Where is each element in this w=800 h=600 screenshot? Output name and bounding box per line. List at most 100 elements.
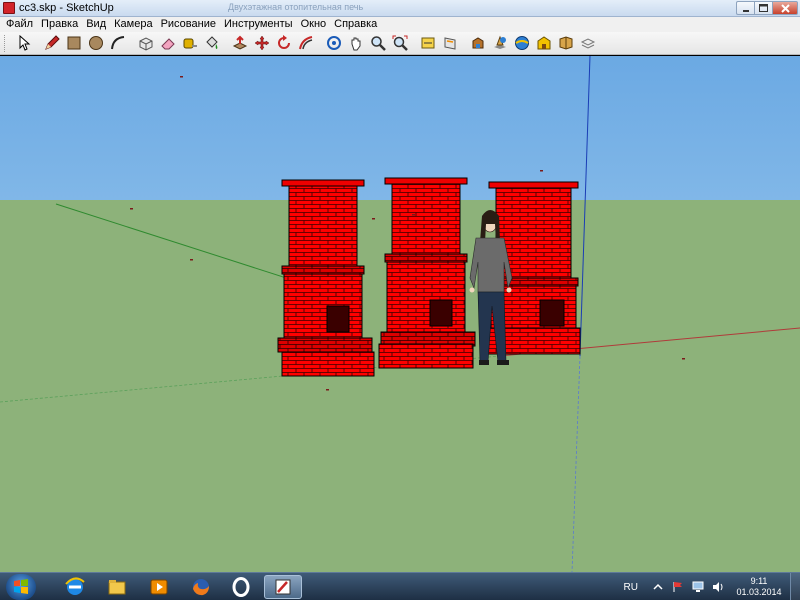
taskbar-file-explorer[interactable] <box>98 575 136 599</box>
section-plane-button[interactable] <box>440 33 460 53</box>
zoom-tool-button[interactable] <box>368 33 388 53</box>
rectangle-icon <box>67 36 81 50</box>
language-indicator[interactable]: RU <box>624 582 638 593</box>
title-bar: cc3.skp - SketchUp Двухэтажная отопитель… <box>0 0 800 17</box>
pan-tool-button[interactable] <box>346 33 366 53</box>
background-window-title: Двухэтажная отопительная печь <box>228 2 364 12</box>
tape-measure-button[interactable] <box>180 33 200 53</box>
scene-canvas[interactable] <box>0 56 800 572</box>
clock-date: 01.03.2014 <box>736 587 782 597</box>
share-model-button[interactable] <box>490 33 510 53</box>
component-icon <box>515 36 529 50</box>
pan-icon <box>351 37 361 51</box>
opera-icon <box>232 577 250 597</box>
taskbar-media-player[interactable] <box>140 575 178 599</box>
eraser-tool-button[interactable] <box>158 33 178 53</box>
move-tool-button[interactable] <box>252 33 272 53</box>
taskbar-firefox[interactable] <box>182 575 220 599</box>
menu-tools[interactable]: Инструменты <box>220 17 297 32</box>
menu-window[interactable]: Окно <box>297 17 331 32</box>
get-models-button[interactable] <box>468 33 488 53</box>
pencil-icon <box>45 35 60 50</box>
sketchup-app-icon <box>3 2 15 14</box>
model-viewport[interactable] <box>0 56 800 572</box>
components-button[interactable] <box>512 33 532 53</box>
menu-view[interactable]: Вид <box>82 17 110 32</box>
layers-button[interactable] <box>578 33 598 53</box>
orbit-icon <box>327 36 341 50</box>
action-center-flag-icon <box>673 582 682 592</box>
select-icon <box>19 35 31 51</box>
arc-tool-button[interactable] <box>108 33 128 53</box>
close-button[interactable] <box>772 1 798 15</box>
extension-icon <box>559 36 573 50</box>
offset-icon <box>299 36 313 50</box>
volume-icon <box>713 582 723 592</box>
minimize-icon <box>742 10 749 12</box>
taskbar-opera[interactable] <box>222 575 260 599</box>
window-controls <box>736 1 798 16</box>
media-player-icon <box>150 579 168 595</box>
tray-network-button[interactable] <box>691 580 705 594</box>
dimension-icon <box>421 37 435 49</box>
menu-bar: Файл Правка Вид Камера Рисование Инструм… <box>0 17 800 32</box>
tray-flag-button[interactable] <box>671 580 685 594</box>
file-explorer-icon <box>108 580 126 595</box>
push-pull-button[interactable] <box>230 33 250 53</box>
toolbar-grip[interactable] <box>4 34 7 52</box>
move-icon <box>254 35 270 51</box>
internet-explorer-icon <box>65 577 85 595</box>
tray-volume-button[interactable] <box>711 580 725 594</box>
menu-file[interactable]: Файл <box>2 17 37 32</box>
offset-tool-button[interactable] <box>296 33 316 53</box>
paint-bucket-button[interactable] <box>202 33 222 53</box>
circle-icon <box>89 36 103 50</box>
extension-warehouse-button[interactable] <box>556 33 576 53</box>
push-pull-icon <box>232 35 248 50</box>
system-tray: RU 9:11 01.03.2014 <box>624 573 800 600</box>
network-icon <box>692 581 704 592</box>
3d-warehouse-button[interactable] <box>534 33 554 53</box>
windows-logo-icon <box>14 579 28 594</box>
menu-draw[interactable]: Рисование <box>157 17 220 32</box>
layers-icon <box>580 38 596 49</box>
pencil-tool-button[interactable] <box>42 33 62 53</box>
minimize-button[interactable] <box>736 1 754 15</box>
taskbar-internet-explorer[interactable] <box>56 575 94 599</box>
taskbar: RU 9:11 01.03.2014 <box>0 572 800 600</box>
rectangle-tool-button[interactable] <box>64 33 84 53</box>
firefox-icon <box>193 579 209 596</box>
share-model-icon <box>494 35 506 49</box>
rotate-tool-button[interactable] <box>274 33 294 53</box>
paint-bucket-icon <box>206 36 218 49</box>
tape-measure-icon <box>183 38 197 49</box>
clock-time: 9:11 <box>750 576 768 586</box>
make-component-button[interactable] <box>136 33 156 53</box>
make-component-icon <box>139 37 153 51</box>
system-clock[interactable]: 9:11 01.03.2014 <box>728 576 790 598</box>
close-icon <box>780 3 790 13</box>
start-button[interactable] <box>6 574 36 600</box>
taskbar-sketchup[interactable] <box>264 575 302 599</box>
circle-tool-button[interactable] <box>86 33 106 53</box>
warehouse-icon <box>537 36 551 50</box>
menu-help[interactable]: Справка <box>330 17 381 32</box>
show-desktop-button[interactable] <box>790 573 800 600</box>
eraser-icon <box>161 38 175 50</box>
maximize-button[interactable] <box>754 1 772 15</box>
sketchup-icon <box>275 579 291 595</box>
menu-camera[interactable]: Камера <box>110 17 156 32</box>
chevron-up-icon <box>653 583 663 590</box>
orbit-tool-button[interactable] <box>324 33 344 53</box>
dimension-tool-button[interactable] <box>418 33 438 53</box>
get-models-icon <box>472 37 484 49</box>
select-tool-button[interactable] <box>14 33 34 53</box>
zoom-extents-button[interactable] <box>390 33 410 53</box>
tray-expand-button[interactable] <box>651 580 665 594</box>
zoom-extents-icon <box>392 35 408 51</box>
arc-icon <box>111 36 125 50</box>
tool-bar <box>0 32 800 55</box>
menu-edit[interactable]: Правка <box>37 17 82 32</box>
rotate-icon <box>278 35 290 49</box>
window-title: cc3.skp - SketchUp <box>19 2 114 14</box>
